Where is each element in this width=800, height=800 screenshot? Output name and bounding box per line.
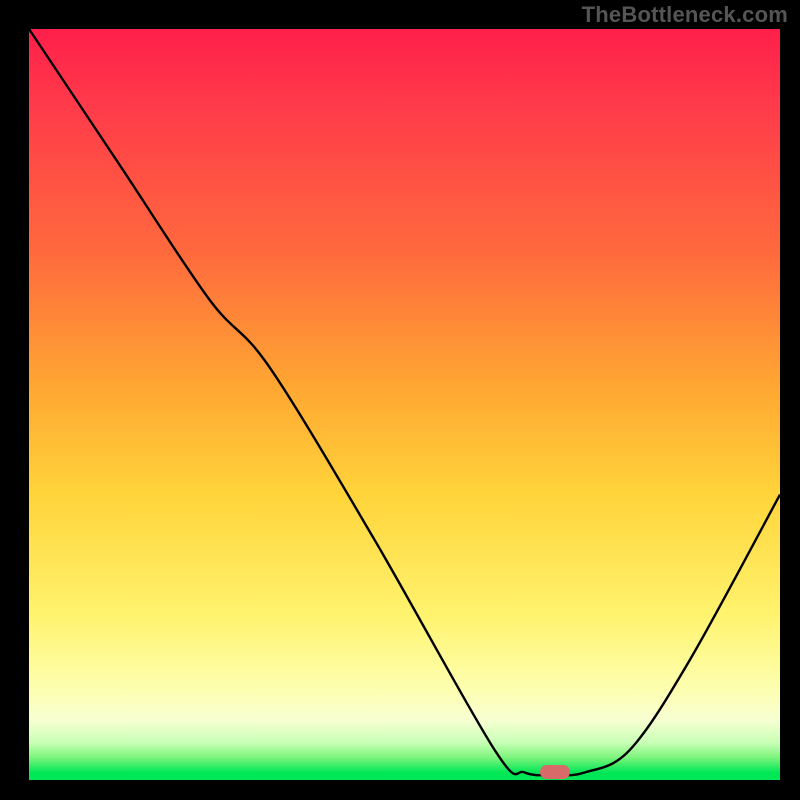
optimal-marker — [540, 765, 570, 779]
watermark-text: TheBottleneck.com — [582, 2, 788, 28]
bottleneck-curve — [29, 29, 780, 780]
chart-container: TheBottleneck.com — [0, 0, 800, 800]
curve-path — [29, 29, 780, 775]
